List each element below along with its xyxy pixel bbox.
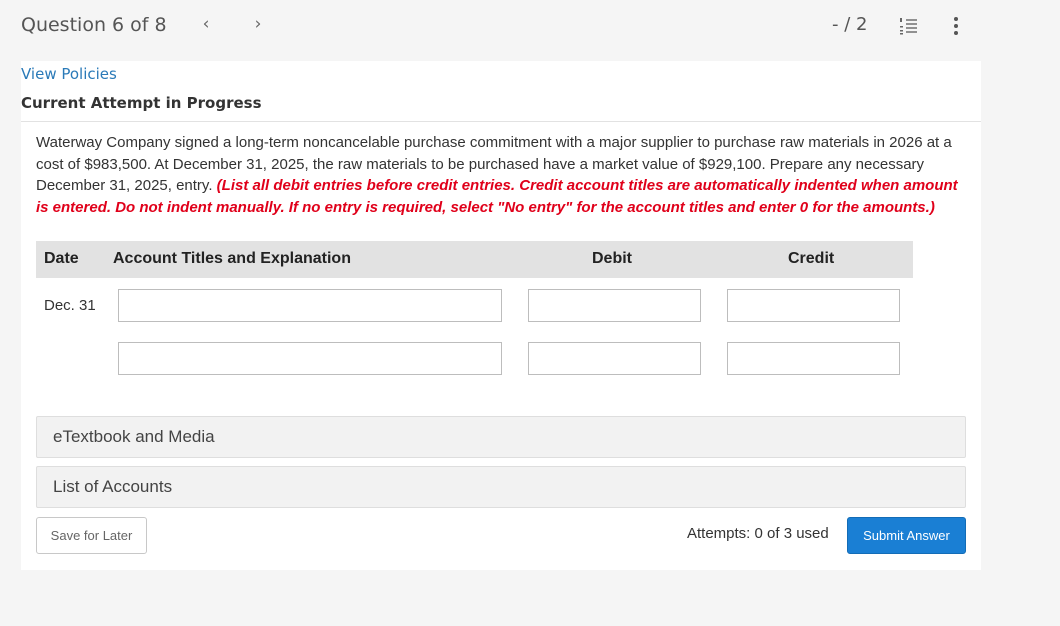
question-card: View Policies Current Attempt in Progres…: [21, 61, 981, 570]
list-of-accounts-panel[interactable]: List of Accounts: [36, 466, 966, 508]
save-for-later-button[interactable]: Save for Later: [36, 517, 147, 554]
row-2-account-input[interactable]: [118, 342, 502, 375]
etextbook-panel[interactable]: eTextbook and Media: [36, 416, 966, 458]
question-counter: Question 6 of 8: [21, 14, 167, 36]
header-account: Account Titles and Explanation: [113, 250, 351, 267]
attempts-counter: Attempts: 0 of 3 used: [687, 525, 829, 542]
previous-question-icon[interactable]: ‹: [196, 14, 216, 34]
header-date: Date: [44, 250, 79, 267]
row-1-date: Dec. 31: [44, 297, 96, 314]
next-question-icon[interactable]: ›: [248, 14, 268, 34]
view-policies-link[interactable]: View Policies: [21, 65, 117, 83]
question-text: Waterway Company signed a long-term nonc…: [36, 132, 971, 218]
etextbook-label: eTextbook and Media: [53, 427, 215, 446]
row-1-account-input[interactable]: [118, 289, 502, 322]
header-credit: Credit: [788, 250, 835, 267]
divider: [21, 121, 981, 122]
list-of-accounts-label: List of Accounts: [53, 477, 173, 496]
header-debit: Debit: [592, 250, 632, 267]
top-bar: Question 6 of 8 ‹ › - / 2: [0, 0, 982, 52]
submit-answer-button[interactable]: Submit Answer: [847, 517, 966, 554]
row-2-debit-input[interactable]: [528, 342, 701, 375]
journal-header: Date Account Titles and Explanation Debi…: [36, 241, 913, 278]
attempt-status: Current Attempt in Progress: [21, 94, 262, 112]
row-1-credit-input[interactable]: [727, 289, 900, 322]
list-numbered-icon[interactable]: [899, 17, 917, 35]
question-score: - / 2: [832, 14, 868, 35]
row-2-credit-input[interactable]: [727, 342, 900, 375]
more-vertical-icon[interactable]: [950, 15, 962, 37]
row-1-debit-input[interactable]: [528, 289, 701, 322]
